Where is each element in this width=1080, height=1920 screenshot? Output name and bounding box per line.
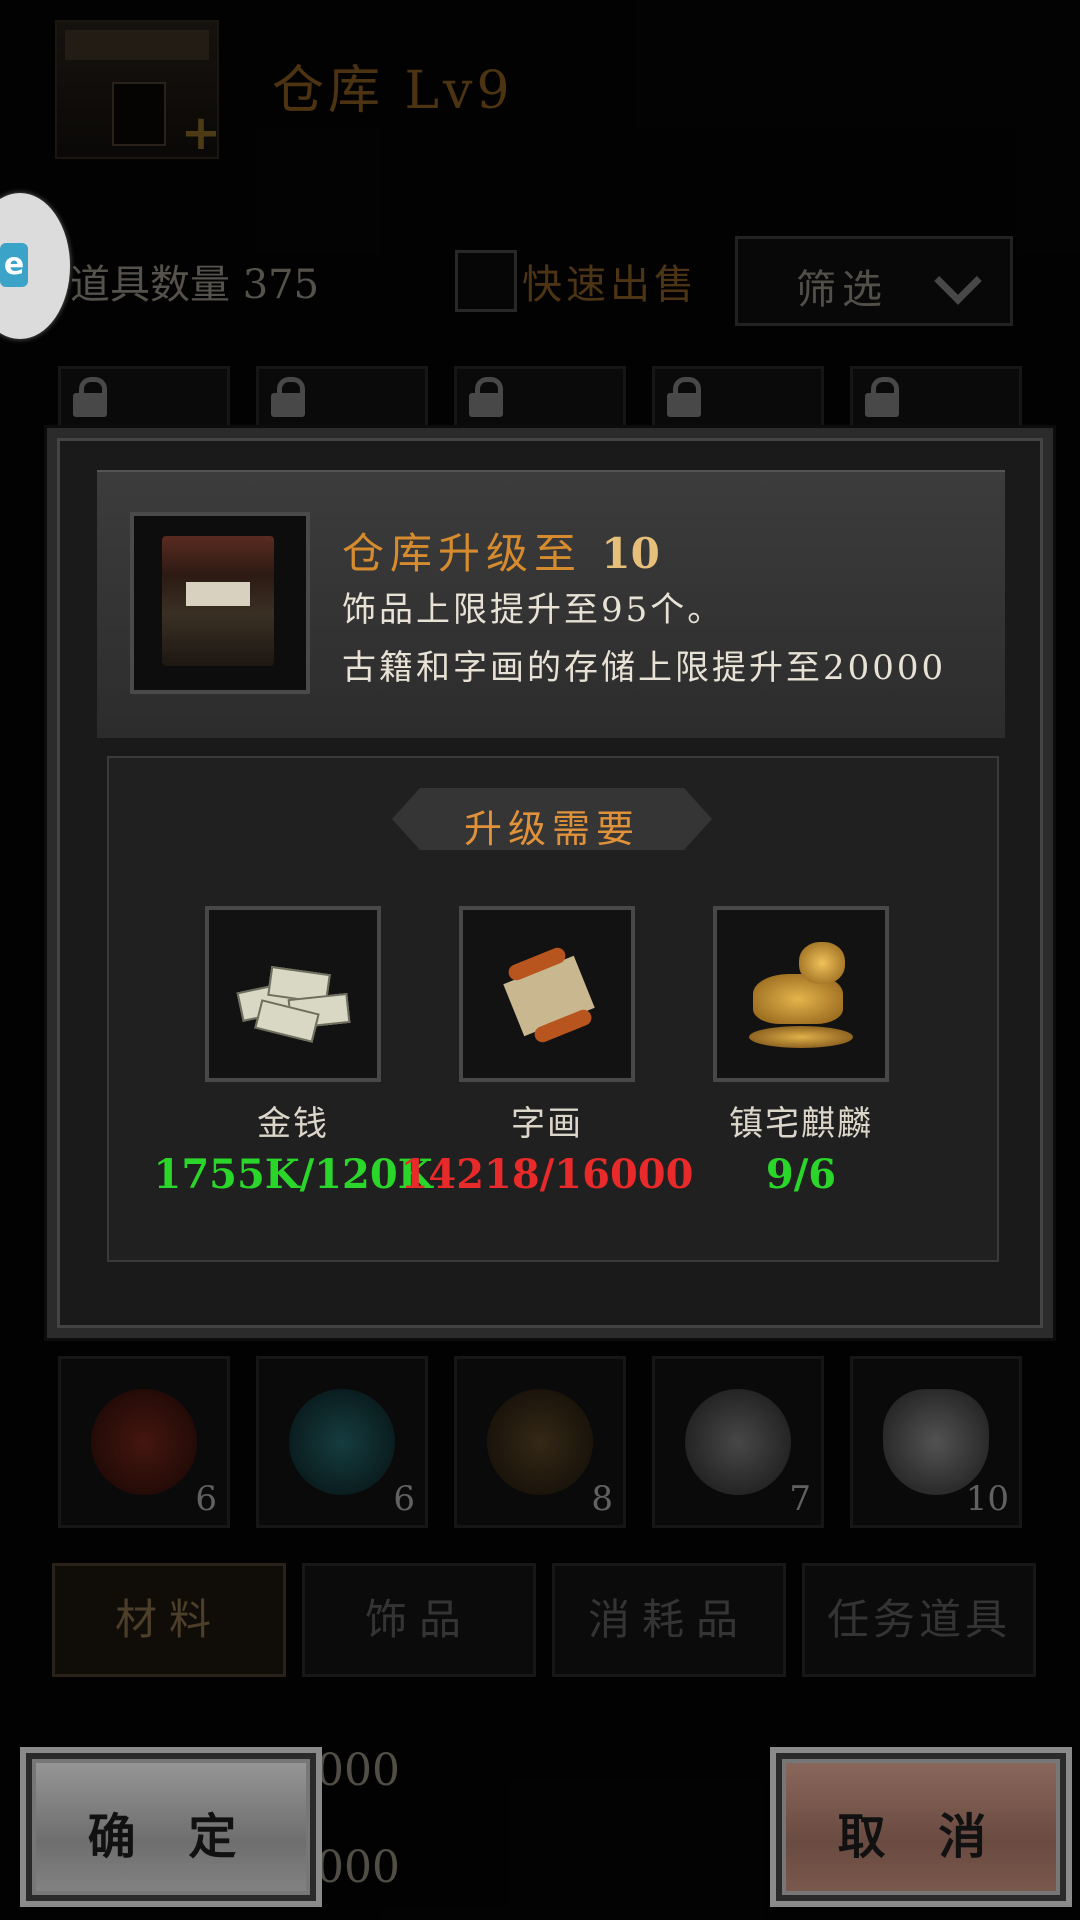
cancel-button[interactable]: 取 消 [770,1747,1072,1907]
item-slot[interactable]: 8 [454,1356,626,1528]
confirm-button-label: 确 定 [87,1809,255,1865]
assistant-logo-icon: e [0,243,28,287]
item-quantity: 10 [965,1479,1009,1519]
requirement-qilin[interactable]: 镇宅麒麟 9/6 [713,906,889,1198]
item-slot[interactable]: 10 [850,1356,1022,1528]
item-slot[interactable]: 6 [58,1356,230,1528]
warehouse-title: 仓库 Lv9 [272,61,514,121]
upgrade-title: 仓库升级至 10 [342,520,660,581]
upgrade-dialog: 仓库升级至 10 饰品上限提升至95个。 古籍和字画的存储上限提升至20000 … [47,428,1053,1338]
item-slot[interactable]: 6 [256,1356,428,1528]
warehouse-building-icon [130,512,310,694]
tab-consumables[interactable]: 消耗品 [552,1563,786,1677]
quick-sell-label: 快速出售 [522,262,698,308]
bronze-vessel-icon [487,1389,593,1495]
filter-dropdown[interactable]: 筛选 [735,236,1013,326]
requirement-calligraphy[interactable]: 字画 14218/16000 [401,906,693,1198]
requirement-name: 镇宅麒麟 [729,1104,873,1144]
plus-icon[interactable]: + [180,109,222,157]
scroll-painting-icon [459,906,635,1082]
item-quantity: 6 [195,1479,217,1519]
filter-label: 筛选 [796,267,888,313]
quick-sell-checkbox[interactable] [455,250,517,312]
item-slot[interactable]: 7 [652,1356,824,1528]
background-value: 000 [316,1842,400,1893]
tab-quest-items[interactable]: 任务道具 [802,1563,1036,1677]
target-level: 10 [601,529,660,578]
item-quantity: 7 [789,1479,811,1519]
lock-icon [71,377,109,417]
requirement-name: 字画 [511,1104,583,1144]
confirm-button[interactable]: 确 定 [20,1747,322,1907]
item-quantity: 6 [393,1479,415,1519]
requirement-money[interactable]: 金钱 1755K/120K [154,906,432,1198]
upgrade-desc-line2: 古籍和字画的存储上限提升至20000 [342,648,947,688]
red-gourd-icon [91,1389,197,1495]
requirement-name: 金钱 [257,1104,329,1144]
chevron-down-icon [934,257,982,305]
requirements-header: 升级需要 [392,788,712,850]
money-stack-icon [205,906,381,1082]
background-value: 000 [316,1745,400,1796]
item-quantity: 8 [591,1479,613,1519]
tab-accessories[interactable]: 饰品 [302,1563,536,1677]
lock-icon [665,377,703,417]
jade-disc-icon [289,1389,395,1495]
lock-icon [269,377,307,417]
requirement-amount: 9/6 [765,1151,837,1198]
upgrade-desc-line1: 饰品上限提升至95个。 [342,590,725,630]
lock-icon [863,377,901,417]
upgrade-info-header: 仓库升级至 10 饰品上限提升至95个。 古籍和字画的存储上限提升至20000 [97,470,1005,738]
tab-materials[interactable]: 材料 [52,1563,286,1677]
upgrade-title-text: 仓库升级至 [342,529,583,578]
qilin-statue-icon [713,906,889,1082]
porcelain-cup-icon [685,1389,791,1495]
requirements-panel: 升级需要 金钱 1755K/120K 字画 14218/16000 镇宅麒麟 9… [107,756,999,1262]
cancel-button-label: 取 消 [837,1809,1005,1865]
lock-icon [467,377,505,417]
requirements-header-label: 升级需要 [463,807,640,851]
item-count-label: 道具数量 375 [70,262,320,308]
